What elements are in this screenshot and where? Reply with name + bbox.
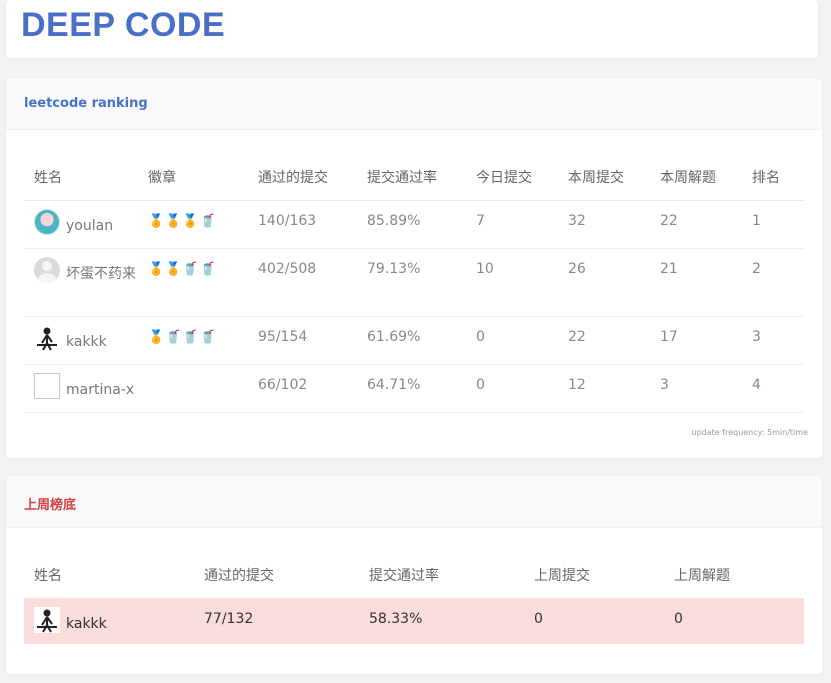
today-cell: 10 (466, 248, 558, 317)
brand-title[interactable]: DEEP CODE (21, 6, 225, 45)
bottom-rate: 58.33% (359, 598, 524, 644)
bottom-passed: 77/132 (194, 598, 359, 644)
bottom-username[interactable]: kakkk (66, 616, 107, 632)
cup-icon: 🥤 (199, 213, 216, 229)
name-cell: kakkk (24, 316, 138, 365)
ranking-row: kakkk 🏅 🥤 🥤 🥤 95/154 61.69% 0 22 17 3 (24, 316, 804, 365)
col-rate: 提交通过率 (369, 568, 439, 584)
col-name: 姓名 (34, 568, 62, 584)
medal-icon: 🏅 (148, 329, 165, 345)
username[interactable]: kakkk (66, 334, 107, 350)
ranking-row: youlan 🏅 🏅 🏅 🥤 140/163 85.89% 7 32 22 1 (24, 200, 804, 249)
today-cell: 0 (466, 364, 558, 413)
week-solved-cell: 17 (650, 316, 742, 365)
cup-icon: 🥤 (165, 329, 182, 345)
col-passed: 通过的提交 (204, 568, 274, 584)
medal-icon: 🏅 (148, 213, 165, 229)
rank-cell: 4 (742, 364, 804, 413)
name-cell: martina-x (24, 364, 138, 413)
bottom-table: 姓名 通过的提交 提交通过率 上周提交 上周解题 kakkk 77/132 58… (24, 552, 804, 644)
rank-cell: 2 (742, 248, 804, 317)
week-solved-cell: 22 (650, 200, 742, 249)
col-last-week-solved: 上周解题 (674, 568, 730, 584)
ranking-header-row: 姓名 徽章 通过的提交 提交通过率 今日提交 本周提交 本周解题 排名 (24, 154, 804, 201)
cup-icon: 🥤 (182, 329, 199, 345)
name-cell: 坏蛋不药来 (24, 248, 138, 317)
ranking-row: 坏蛋不药来 🏅 🏅 🥤 🥤 402/508 79.13% 10 26 21 2 (24, 248, 804, 317)
bottom-card-header: 上周榜底 (6, 476, 822, 528)
col-rate: 提交通过率 (357, 154, 466, 201)
passed-cell: 140/163 (248, 200, 357, 249)
col-today: 今日提交 (466, 154, 558, 201)
week-solved-cell: 21 (650, 248, 742, 317)
ranking-table: 姓名 徽章 通过的提交 提交通过率 今日提交 本周提交 本周解题 排名 youl… (24, 154, 804, 413)
badges-cell (138, 364, 248, 413)
badges-cell: 🏅 🥤 🥤 🥤 (138, 316, 248, 365)
week-submit-cell: 22 (558, 316, 650, 365)
bottom-name-cell: kakkk (24, 598, 194, 644)
bottom-last-week-submit: 0 (524, 598, 664, 644)
col-last-week-submit: 上周提交 (534, 568, 590, 584)
col-passed: 通过的提交 (248, 154, 357, 201)
bottom-row: kakkk 77/132 58.33% 0 0 (24, 598, 804, 644)
week-submit-cell: 12 (558, 364, 650, 413)
name-cell: youlan (24, 200, 138, 249)
bottom-last-week-solved: 0 (664, 598, 804, 644)
username[interactable]: youlan (66, 218, 113, 234)
username[interactable]: martina-x (66, 382, 134, 398)
ranking-row: martina-x 66/102 64.71% 0 12 3 4 (24, 364, 804, 413)
week-submit-cell: 32 (558, 200, 650, 249)
today-cell: 7 (466, 200, 558, 249)
week-submit-cell: 26 (558, 248, 650, 317)
girl-avatar-icon (34, 208, 60, 235)
ranking-card-header: leetcode ranking (6, 78, 822, 130)
badges-cell: 🏅 🏅 🏅 🥤 (138, 200, 248, 249)
badges-cell: 🏅 🏅 🥤 🥤 (138, 248, 248, 317)
passed-cell: 402/508 (248, 248, 357, 317)
sketch-avatar-icon (34, 324, 60, 351)
bottom-title: 上周榜底 (24, 498, 77, 513)
cup-icon: 🥤 (182, 261, 199, 277)
header-card: DEEP CODE (6, 0, 818, 58)
cup-icon: 🥤 (199, 261, 216, 277)
rate-cell: 64.71% (357, 364, 466, 413)
update-frequency-note: update frequency: 5min/time (691, 428, 808, 437)
ranking-card: leetcode ranking 姓名 徽章 通过的提交 提交通过率 今日提交 … (6, 78, 822, 458)
col-rank: 排名 (742, 154, 804, 201)
today-cell: 0 (466, 316, 558, 365)
rate-cell: 61.69% (357, 316, 466, 365)
cup-icon: 🥤 (199, 329, 216, 345)
col-week-solved: 本周解题 (650, 154, 742, 201)
last-week-bottom-card: 上周榜底 姓名 通过的提交 提交通过率 上周提交 上周解题 kakkk 77/1… (6, 476, 822, 674)
col-name: 姓名 (24, 154, 138, 201)
username[interactable]: 坏蛋不药来 (66, 266, 136, 282)
default-avatar-icon (34, 256, 60, 283)
medal-icon: 🏅 (182, 213, 199, 229)
sketch-avatar-icon (34, 607, 60, 633)
ranking-title: leetcode ranking (24, 96, 148, 111)
medal-icon: 🏅 (148, 261, 165, 277)
rank-cell: 1 (742, 200, 804, 249)
passed-cell: 66/102 (248, 364, 357, 413)
rate-cell: 79.13% (357, 248, 466, 317)
broken-image-icon (34, 372, 60, 399)
col-week-submit: 本周提交 (558, 154, 650, 201)
rate-cell: 85.89% (357, 200, 466, 249)
week-solved-cell: 3 (650, 364, 742, 413)
medal-icon: 🏅 (165, 261, 182, 277)
col-badges: 徽章 (138, 154, 248, 201)
bottom-header-row: 姓名 通过的提交 提交通过率 上周提交 上周解题 (24, 552, 804, 598)
rank-cell: 3 (742, 316, 804, 365)
passed-cell: 95/154 (248, 316, 357, 365)
medal-icon: 🏅 (165, 213, 182, 229)
